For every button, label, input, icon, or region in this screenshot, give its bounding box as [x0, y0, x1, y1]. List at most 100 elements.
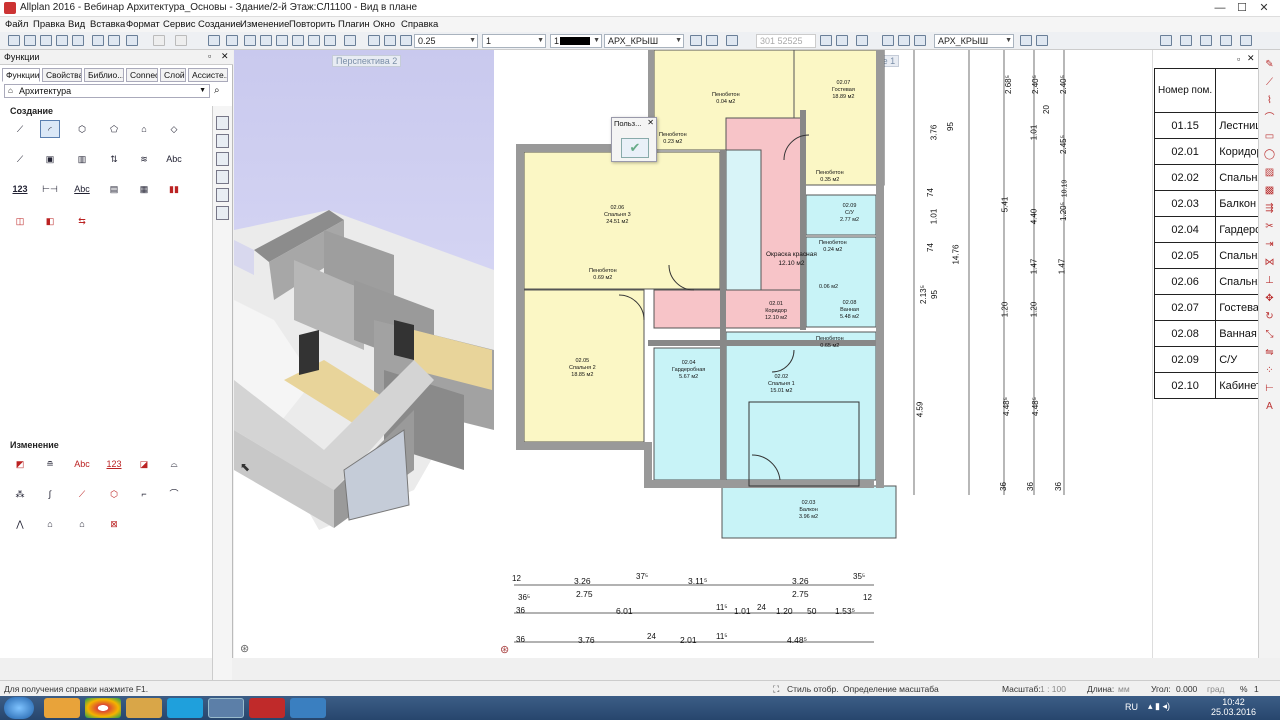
export-icon[interactable]: ⇆ [72, 212, 92, 230]
move-icon[interactable] [276, 35, 288, 46]
open-icon[interactable] [24, 35, 36, 46]
view-icon[interactable]: ◧ [40, 212, 60, 230]
modify-roof-icon[interactable]: ⌓ [164, 455, 184, 473]
layer-list-icon[interactable] [706, 35, 718, 46]
side-tool-2-icon[interactable] [216, 134, 229, 148]
scale-tool-icon[interactable]: ⤡ [1263, 328, 1276, 341]
report-icon[interactable]: ▦ [134, 180, 154, 198]
3d-box-icon[interactable] [324, 35, 336, 46]
menu-help[interactable]: Справка [401, 19, 438, 30]
measure-tool-icon[interactable]: ⊢ [1263, 382, 1276, 395]
scale-definition-label[interactable]: Определение масштаба [843, 684, 939, 694]
room-icon[interactable]: ⇅ [104, 150, 124, 168]
layer-icon[interactable] [690, 35, 702, 46]
maximize-button[interactable]: ☐ [1232, 1, 1252, 15]
menu-plugin[interactable]: Плагин [338, 19, 370, 30]
rotate-icon[interactable] [292, 35, 304, 46]
restore-icon[interactable]: ▫ [1237, 54, 1240, 64]
join-tool-icon[interactable]: ⋈ [1263, 256, 1276, 269]
menu-insert[interactable]: Вставка [90, 19, 125, 30]
skype-taskbar-icon[interactable] [167, 698, 203, 718]
text-tool-icon[interactable]: A [1263, 400, 1276, 413]
scale-value[interactable]: 1 : 100 [1040, 684, 1066, 694]
color-select[interactable]: 1 ▼ [550, 34, 602, 48]
window-cascade-icon[interactable] [1180, 35, 1192, 46]
dimension-icon[interactable]: ⊢⊣ [40, 180, 60, 198]
window-2-icon[interactable] [1220, 35, 1232, 46]
window-tile-icon[interactable] [1160, 35, 1172, 46]
slab-icon[interactable]: ⟋ [10, 150, 30, 168]
modify-axis-icon[interactable]: ≘ [40, 455, 60, 473]
undo-icon[interactable] [153, 35, 165, 46]
window-split-icon[interactable] [1200, 35, 1212, 46]
side-tool-3-icon[interactable] [216, 152, 229, 166]
tab-properties[interactable]: Свойства [42, 68, 82, 82]
menu-tools[interactable]: Сервис [163, 19, 196, 30]
cursor-icon[interactable] [856, 35, 868, 46]
label-icon[interactable]: Abc [72, 180, 92, 198]
modify-beam-icon[interactable]: ⌐ [134, 485, 154, 503]
menu-modify[interactable]: Изменение [240, 19, 289, 30]
extend-tool-icon[interactable]: ⇥ [1263, 238, 1276, 251]
display-style-icon[interactable]: ⛶ [773, 684, 779, 695]
snap-icon[interactable] [836, 35, 848, 46]
cut-icon[interactable] [92, 35, 104, 46]
plot-icon[interactable] [72, 35, 84, 46]
menu-window[interactable]: Окно [373, 19, 395, 30]
rotate-tool-icon[interactable]: ↻ [1263, 310, 1276, 323]
new-file-icon[interactable] [8, 35, 20, 46]
module-select[interactable]: ⌂ Архитектура ▼ [4, 84, 210, 98]
language-indicator[interactable]: RU [1125, 702, 1138, 712]
brush-icon[interactable] [384, 35, 396, 46]
modify-label-icon[interactable]: ⁂ [10, 485, 30, 503]
modify-dormer-icon[interactable]: ⌂ [40, 515, 60, 533]
tab-functions[interactable]: Функции [2, 68, 40, 82]
trim-tool-icon[interactable]: ✂ [1263, 220, 1276, 233]
length-unit[interactable]: мм [1118, 684, 1130, 694]
line-type-select[interactable]: 1 ▼ [482, 34, 546, 48]
window-3-icon[interactable] [1240, 35, 1252, 46]
grid-icon[interactable] [820, 35, 832, 46]
side-tool-4-icon[interactable] [216, 170, 229, 184]
line-tool-icon[interactable]: ⟋ [1263, 76, 1276, 89]
folder-taskbar-icon[interactable] [126, 698, 162, 718]
minimize-button[interactable]: — [1210, 1, 1230, 15]
pen-thickness-select[interactable]: 0.25 ▼ [414, 34, 478, 48]
modify-wall-icon[interactable]: ◩ [10, 455, 30, 473]
layer-select[interactable]: АРХ_КРЫШ ▼ [604, 34, 684, 48]
plan-viewport[interactable]: В плане 1 02.06Спальня 324.51 [494, 50, 1154, 658]
tab-assistant[interactable]: Ассисте... [188, 68, 228, 82]
modify-delete-icon[interactable]: ⊠ [104, 515, 124, 533]
pick-format-icon[interactable] [400, 35, 412, 46]
menu-view[interactable]: Вид [68, 19, 85, 30]
modify-gable-icon[interactable]: ⋀ [10, 515, 30, 533]
redo-icon[interactable] [175, 35, 187, 46]
modify-opening-icon[interactable]: ◪ [134, 455, 154, 473]
cube-icon[interactable]: ▣ [40, 150, 60, 168]
hatch-tool-icon[interactable]: ▨ [1263, 166, 1276, 179]
allplan-taskbar-icon[interactable] [208, 698, 244, 718]
zoom-icon[interactable] [344, 35, 356, 46]
circle-tool-icon[interactable]: ◯ [1263, 148, 1276, 161]
save-icon[interactable] [40, 35, 52, 46]
side-tool-1-icon[interactable] [216, 116, 229, 130]
perspective-viewport[interactable]: Перспектива 2 ⊛ ⬉ [234, 50, 494, 658]
viewport-nav-icon[interactable]: ⊛ [500, 643, 509, 656]
tab-layer[interactable]: Слой [160, 68, 186, 82]
layer-select-2[interactable]: АРХ_КРЫШ ▼ [934, 34, 1014, 48]
start-button[interactable] [4, 697, 34, 719]
list-icon[interactable]: ▤ [104, 180, 124, 198]
pin-icon[interactable]: ▫ [208, 51, 211, 61]
polyline-tool-icon[interactable]: ⌇ [1263, 94, 1276, 107]
layer-settings-icon[interactable] [1020, 35, 1032, 46]
mirror-tool-icon[interactable]: ⇋ [1263, 346, 1276, 359]
explorer-taskbar-icon[interactable] [44, 698, 80, 718]
section-icon[interactable]: ▮▮ [164, 180, 184, 198]
acrobat-taskbar-icon[interactable] [249, 698, 285, 718]
modify-text-icon[interactable]: Abc [72, 455, 92, 473]
delete-icon[interactable] [244, 35, 256, 46]
side-tool-5-icon[interactable] [216, 188, 229, 202]
align-icon[interactable] [898, 35, 910, 46]
menu-create[interactable]: Создание [198, 19, 241, 30]
tab-connect[interactable]: Connect [126, 68, 158, 82]
